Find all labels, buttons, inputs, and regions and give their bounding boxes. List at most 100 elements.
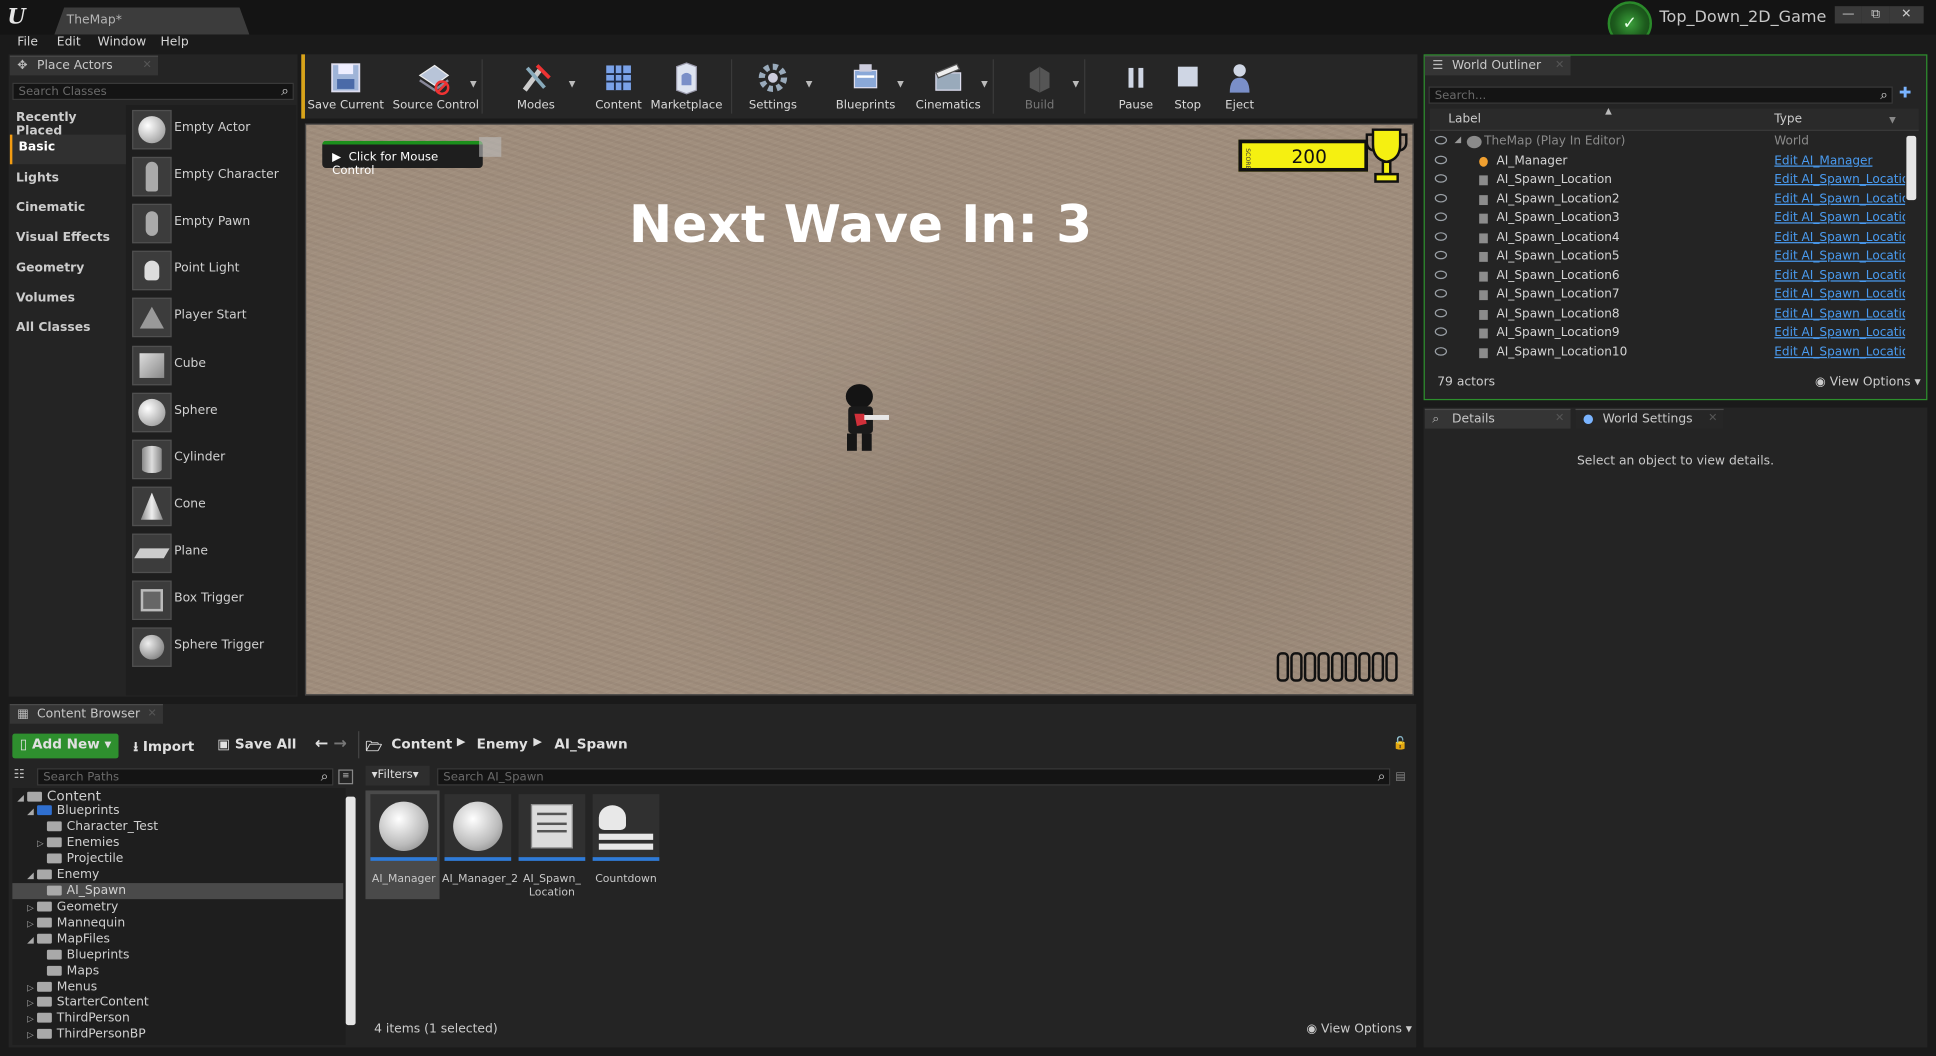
visibility-eye-icon[interactable] <box>1434 135 1448 145</box>
toolbar-cinematics-button[interactable]: Cinematics ▼ <box>911 57 988 116</box>
content-view-options-button[interactable]: ◉ View Options ▾ <box>1306 1023 1412 1037</box>
search-assets-input[interactable]: Search AI_Spawn ⌕ <box>437 768 1391 786</box>
category-lights[interactable]: Lights <box>10 165 126 195</box>
category-cinematic[interactable]: Cinematic <box>10 195 126 225</box>
asset-ai_spawn_location[interactable]: AI_Spawn_ Location <box>516 792 588 901</box>
category-volumes[interactable]: Volumes <box>10 285 126 315</box>
visibility-eye-icon[interactable] <box>1434 270 1448 279</box>
visibility-eye-icon[interactable] <box>1434 289 1448 298</box>
tree-scrollbar[interactable] <box>345 796 356 1026</box>
col-type-header[interactable]: Type <box>1774 112 1802 126</box>
toolbar-settings-button[interactable]: Settings ▼ <box>736 57 813 116</box>
visibility-eye-icon[interactable] <box>1434 251 1448 260</box>
add-folder-icon[interactable]: ✚ <box>1899 84 1911 101</box>
outliner-row[interactable]: AI_Spawn_Location2 Edit AI_Spawn_Locatio <box>1430 191 1919 210</box>
category-visual-effects[interactable]: Visual Effects <box>10 225 126 255</box>
expand-arrow-icon[interactable]: ▷ <box>27 983 37 993</box>
outliner-row[interactable]: AI_Spawn_Location4 Edit AI_Spawn_Locatio <box>1430 229 1919 248</box>
expand-arrow-icon[interactable]: ▷ <box>27 903 37 913</box>
chevron-down-icon[interactable]: ▼ <box>470 79 477 89</box>
category-geometry[interactable]: Geometry <box>10 255 126 285</box>
breadcrumb-content[interactable]: Content <box>391 734 452 759</box>
toolbar-marketplace-button[interactable]: Marketplace <box>649 57 723 116</box>
toolbar-content-button[interactable]: Content <box>583 57 655 116</box>
tree-folder-content[interactable]: ◢ Content <box>17 788 101 804</box>
tree-folder-thirdperson[interactable]: ▷ ThirdPerson <box>27 1012 130 1028</box>
outliner-view-options-button[interactable]: ◉ View Options ▾ <box>1815 375 1921 389</box>
actor-plane[interactable]: Plane <box>128 530 296 577</box>
edit-blueprint-link[interactable]: Edit AI_Spawn_Locatio <box>1774 345 1905 359</box>
toolbar-build-button[interactable]: Build ▼ <box>1003 57 1079 116</box>
close-tab-icon[interactable]: ✕ <box>1708 413 1717 425</box>
import-button[interactable]: ⭳ Import <box>133 734 194 759</box>
visibility-eye-icon[interactable] <box>1434 308 1448 317</box>
menu-help[interactable]: Help <box>161 36 189 50</box>
save-all-button[interactable]: ▣ Save All <box>217 734 296 759</box>
outliner-row[interactable]: AI_Manager Edit AI_Manager <box>1430 153 1919 172</box>
outliner-search-input[interactable]: Search... ⌕ <box>1428 86 1893 104</box>
expand-arrow-icon[interactable]: ◢ <box>27 935 37 945</box>
edit-blueprint-link[interactable]: Edit AI_Spawn_Locatio <box>1774 307 1905 321</box>
visibility-eye-icon[interactable] <box>1434 231 1448 241</box>
tab-content-browser[interactable]: ▦ Content Browser ✕ <box>9 704 163 724</box>
expand-arrow-icon[interactable]: ◢ <box>27 806 37 816</box>
close-tab-icon[interactable]: ✕ <box>1555 413 1564 425</box>
chevron-down-icon[interactable]: ▼ <box>981 79 988 89</box>
actor-empty-pawn[interactable]: Empty Pawn <box>128 200 296 247</box>
tree-folder-mapfiles[interactable]: ◢ MapFiles <box>27 932 110 948</box>
breadcrumb-ai-spawn[interactable]: AI_Spawn <box>554 734 627 759</box>
filters-button[interactable]: ▾Filters▾ <box>365 765 430 786</box>
tree-folder-startercontent[interactable]: ▷ StarterContent <box>27 996 149 1012</box>
outliner-row[interactable]: AI_Spawn_Location10 Edit AI_Spawn_Locatio <box>1430 344 1919 363</box>
back-arrow-icon[interactable]: ← <box>315 734 328 759</box>
actor-sphere-trigger[interactable]: Sphere Trigger <box>128 624 296 671</box>
edit-blueprint-link[interactable]: Edit AI_Manager <box>1774 154 1905 168</box>
lock-icon[interactable]: 🔓 <box>1393 737 1408 751</box>
tree-folder-ai_spawn[interactable]: AI_Spawn <box>37 884 126 900</box>
search-classes-input[interactable]: Search Classes ⌕ <box>12 82 294 101</box>
actor-cylinder[interactable]: Cylinder <box>128 436 296 483</box>
edit-blueprint-link[interactable]: Edit AI_Spawn_Locatio <box>1774 269 1905 283</box>
breadcrumb-separator-icon[interactable]: ▶ <box>457 734 466 759</box>
tree-folder-mannequin[interactable]: ▷ Mannequin <box>27 916 125 932</box>
close-tab-icon[interactable]: ✕ <box>1555 59 1564 71</box>
outliner-row[interactable]: AI_Spawn_Location6 Edit AI_Spawn_Locatio <box>1430 268 1919 287</box>
breadcrumb-separator-icon[interactable]: ▶ <box>533 734 542 759</box>
tree-folder-maps[interactable]: Maps <box>37 964 99 980</box>
edit-blueprint-link[interactable]: Edit AI_Spawn_Locatio <box>1774 173 1905 187</box>
expand-arrow-icon[interactable]: ◢ <box>1454 135 1461 145</box>
mouse-control-button[interactable]: ▶ Click for Mouse Control <box>322 140 483 178</box>
search-paths-input[interactable]: Search Paths ⌕ <box>37 768 334 786</box>
tree-folder-character_test[interactable]: Character_Test <box>37 820 158 836</box>
visibility-eye-icon[interactable] <box>1434 155 1448 165</box>
edit-blueprint-link[interactable]: Edit AI_Spawn_Locatio <box>1774 250 1905 264</box>
tab-world-outliner[interactable]: ☰ World Outliner ✕ <box>1424 55 1571 76</box>
chevron-down-icon[interactable]: ▼ <box>1072 79 1079 89</box>
tab-world-settings[interactable]: ● World Settings ✕ <box>1575 408 1724 429</box>
visibility-eye-icon[interactable] <box>1434 346 1448 356</box>
tree-folder-geometry[interactable]: ▷ Geometry <box>27 900 118 916</box>
category-all-classes[interactable]: All Classes <box>10 315 126 345</box>
toolbar-blueprints-button[interactable]: Blueprints ▼ <box>830 57 904 116</box>
edit-blueprint-link[interactable]: Edit AI_Spawn_Locatio <box>1774 212 1905 226</box>
outliner-row[interactable]: AI_Spawn_Location9 Edit AI_Spawn_Locatio <box>1430 325 1919 344</box>
chevron-down-icon[interactable]: ▼ <box>569 79 576 89</box>
expand-arrow-icon[interactable]: ▷ <box>27 1015 37 1025</box>
visibility-eye-icon[interactable] <box>1434 327 1448 337</box>
outliner-row-world[interactable]: ◢ TheMap (Play In Editor) World <box>1430 133 1919 152</box>
toolbar-save-current-button[interactable]: Save Current <box>307 57 384 116</box>
document-tab[interactable]: TheMap* <box>54 7 250 35</box>
actor-cone[interactable]: Cone <box>128 483 296 530</box>
asset-ai_manager_2[interactable]: AI_Manager_2 <box>442 792 518 901</box>
chevron-down-icon[interactable]: ▼ <box>806 79 813 89</box>
actor-empty-character[interactable]: Empty Character <box>128 153 296 200</box>
actor-box-trigger[interactable]: Box Trigger <box>128 577 296 624</box>
tree-folder-blueprints[interactable]: Blueprints <box>37 948 129 964</box>
path-options-icon[interactable]: ≡ <box>338 769 354 785</box>
actor-point-light[interactable]: Point Light <box>128 247 296 294</box>
tree-folder-thirdpersonbp[interactable]: ▷ ThirdPersonBP <box>27 1028 146 1044</box>
tree-folder-enemies[interactable]: ▷ Enemies <box>37 836 119 852</box>
expand-arrow-icon[interactable]: ▷ <box>27 919 37 929</box>
menu-window[interactable]: Window <box>98 36 147 50</box>
outliner-row[interactable]: AI_Spawn_Location3 Edit AI_Spawn_Locatio <box>1430 210 1919 229</box>
